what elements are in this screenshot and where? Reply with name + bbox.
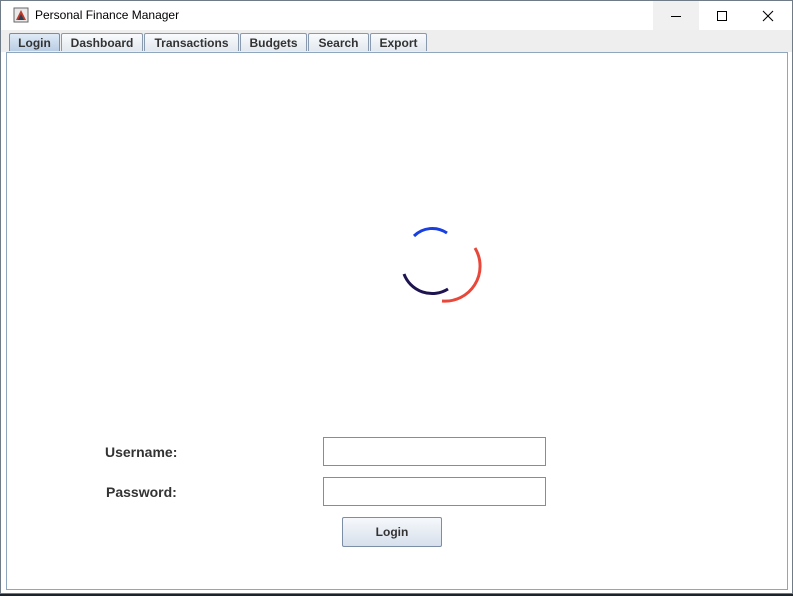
username-input[interactable] xyxy=(323,437,546,466)
tab-export[interactable]: Export xyxy=(370,33,427,51)
title-bar[interactable]: Personal Finance Manager xyxy=(1,1,792,30)
java-app-icon xyxy=(13,7,29,23)
tab-search[interactable]: Search xyxy=(308,33,369,51)
password-label: Password: xyxy=(106,484,177,500)
maximize-icon xyxy=(717,10,727,21)
username-label: Username: xyxy=(105,444,178,460)
login-panel xyxy=(6,52,788,590)
window-title: Personal Finance Manager xyxy=(35,8,180,22)
maximize-button[interactable] xyxy=(699,1,745,30)
tab-dashboard[interactable]: Dashboard xyxy=(61,33,143,51)
tab-transactions[interactable]: Transactions xyxy=(144,33,239,51)
password-input[interactable] xyxy=(323,477,546,506)
close-button[interactable] xyxy=(745,1,791,30)
minimize-icon xyxy=(671,15,681,17)
loading-spinner-icon xyxy=(402,226,482,303)
minimize-button[interactable] xyxy=(653,1,699,30)
tab-login[interactable]: Login xyxy=(9,33,60,51)
tab-bar: Login Dashboard Transactions Budgets Sea… xyxy=(1,30,792,52)
login-button[interactable]: Login xyxy=(342,517,442,547)
tab-budgets[interactable]: Budgets xyxy=(240,33,307,51)
close-icon xyxy=(762,10,774,21)
app-window: Personal Finance Manager Login Dashboard… xyxy=(0,0,793,594)
